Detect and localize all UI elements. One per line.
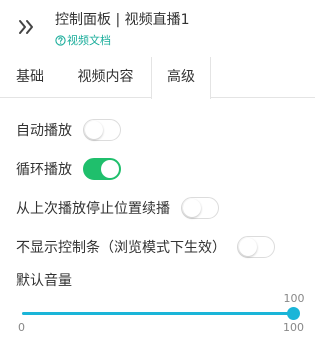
autoplay-toggle[interactable] bbox=[83, 119, 121, 141]
volume-slider[interactable] bbox=[22, 305, 300, 323]
question-circle-icon bbox=[55, 34, 66, 46]
loop-label: 循环播放 bbox=[16, 162, 72, 178]
toggle-knob bbox=[239, 238, 257, 256]
default-volume-label: 默认音量 bbox=[16, 273, 72, 289]
toggle-knob bbox=[101, 160, 119, 178]
volume-current-value: 100 bbox=[283, 292, 305, 305]
panel-header: 控制面板 | 视频直播1 视频文档 bbox=[0, 0, 315, 57]
tab-video-content[interactable]: 视频内容 bbox=[60, 57, 151, 98]
double-chevron-right-icon bbox=[19, 20, 33, 34]
loop-toggle[interactable] bbox=[83, 158, 121, 180]
loop-setting: 循环播放 bbox=[16, 157, 121, 181]
resume-setting: 从上次播放停止位置续播 bbox=[16, 196, 219, 220]
slider-fill bbox=[22, 312, 294, 315]
video-docs-link-label: 视频文档 bbox=[67, 34, 111, 47]
autoplay-setting: 自动播放 bbox=[16, 118, 121, 142]
hide-controls-label: 不显示控制条（浏览模式下生效） bbox=[16, 240, 226, 256]
settings-tabs: 基础 视频内容 高级 bbox=[0, 57, 315, 99]
toggle-knob bbox=[85, 121, 103, 139]
tab-advanced[interactable]: 高级 bbox=[151, 57, 211, 99]
resume-toggle[interactable] bbox=[181, 197, 219, 219]
volume-min-label: 0 bbox=[18, 321, 25, 334]
toggle-knob bbox=[183, 199, 201, 217]
hide-controls-setting: 不显示控制条（浏览模式下生效） bbox=[16, 235, 275, 259]
tab-basic[interactable]: 基础 bbox=[0, 57, 60, 98]
volume-max-label: 100 bbox=[283, 321, 304, 334]
hide-controls-toggle[interactable] bbox=[237, 236, 275, 258]
resume-label: 从上次播放停止位置续播 bbox=[16, 201, 170, 217]
video-docs-link[interactable]: 视频文档 bbox=[55, 32, 111, 48]
slider-thumb[interactable] bbox=[287, 307, 300, 320]
collapse-panel-button[interactable] bbox=[14, 16, 40, 38]
autoplay-label: 自动播放 bbox=[16, 123, 72, 139]
panel-title: 控制面板 | 视频直播1 bbox=[55, 12, 190, 28]
